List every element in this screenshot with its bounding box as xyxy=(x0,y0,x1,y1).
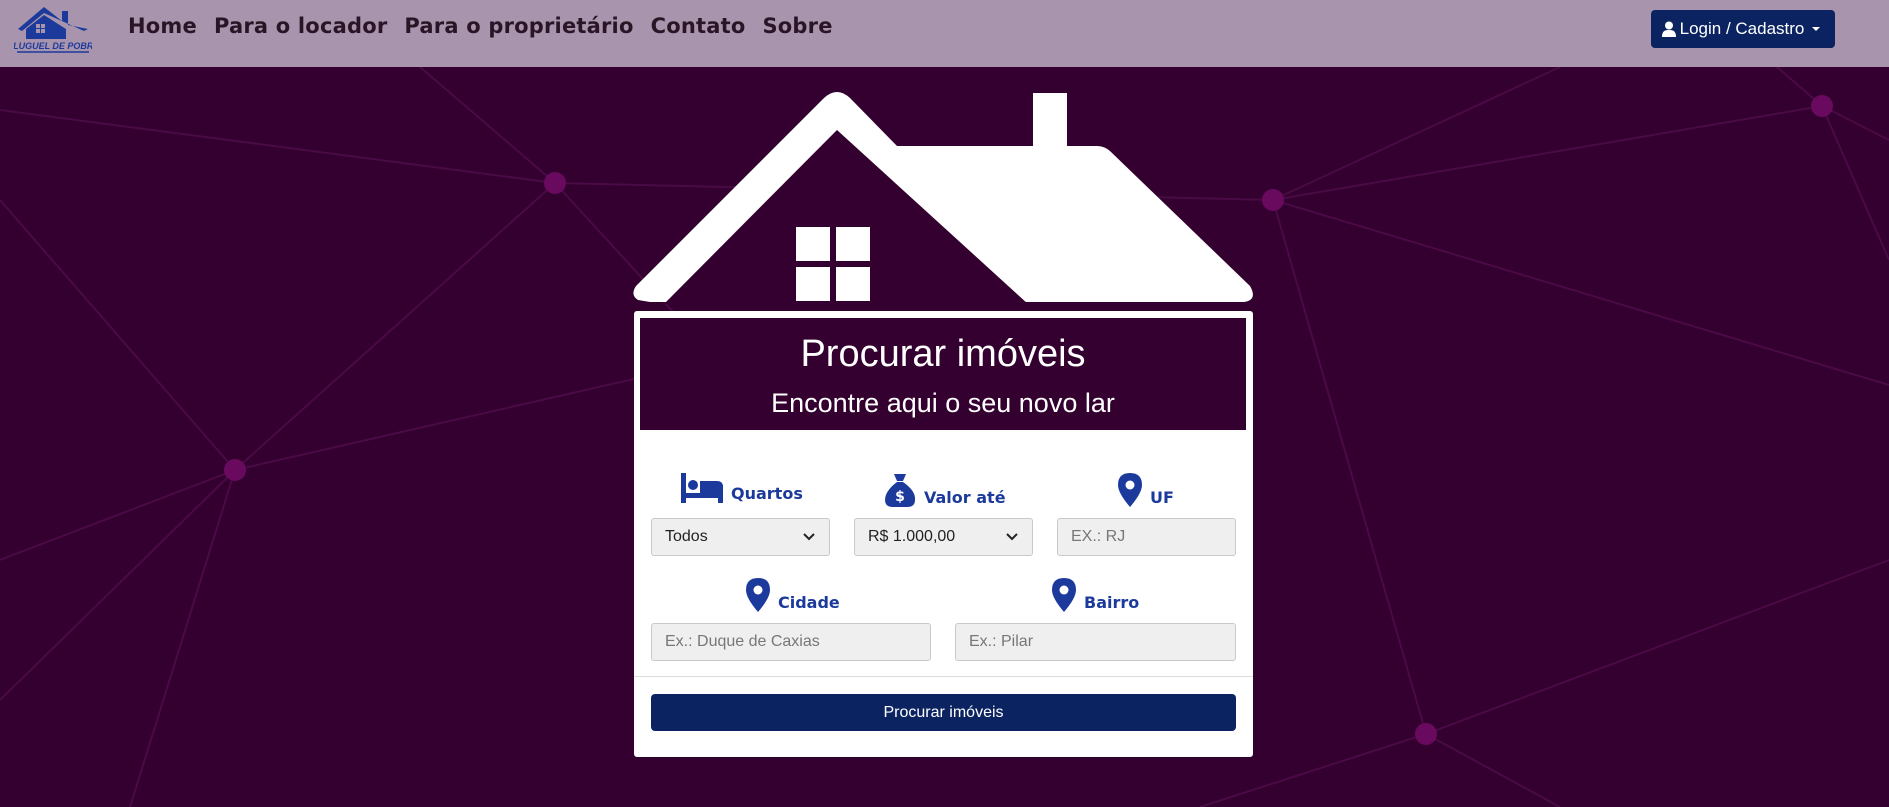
cidade-input-placeholder: Ex.: Duque de Caxias xyxy=(665,633,820,650)
cidade-label: Cidade xyxy=(746,578,840,612)
user-icon xyxy=(1661,21,1676,37)
login-dropdown-button[interactable]: Login / Cadastro xyxy=(1651,10,1835,48)
search-subtitle: Encontre aqui o seu novo lar xyxy=(771,388,1115,418)
uf-label-text: UF xyxy=(1150,488,1174,507)
map-pin-icon xyxy=(1052,578,1076,612)
map-pin-icon xyxy=(1118,473,1142,507)
nav-link-home[interactable]: Home xyxy=(128,14,197,38)
uf-label: UF xyxy=(1118,473,1174,507)
logo-text: ALUGUEL DE POBRE xyxy=(14,41,92,51)
valor-label: $ Valor até xyxy=(884,473,1006,507)
quartos-select-value: Todos xyxy=(665,528,708,545)
uf-input-placeholder: EX.: RJ xyxy=(1071,528,1126,545)
site-logo[interactable]: ALUGUEL DE POBRE xyxy=(6,3,100,55)
search-card: Procurar imóveis Encontre aqui o seu nov… xyxy=(634,311,1253,757)
card-divider xyxy=(634,676,1253,677)
bairro-input[interactable]: Ex.: Pilar xyxy=(955,623,1236,661)
chevron-down-icon xyxy=(1006,533,1018,541)
navbar: ALUGUEL DE POBRE Home Para o locador Par… xyxy=(0,0,1889,67)
nav-link-para-o-locador[interactable]: Para o locador xyxy=(214,14,387,38)
nav-link-contato[interactable]: Contato xyxy=(651,14,746,38)
cidade-input[interactable]: Ex.: Duque de Caxias xyxy=(651,623,931,661)
bairro-label: Bairro xyxy=(1052,578,1139,612)
bairro-input-placeholder: Ex.: Pilar xyxy=(969,633,1034,650)
bairro-label-text: Bairro xyxy=(1084,593,1140,612)
quartos-label-text: Quartos xyxy=(731,484,803,503)
search-card-header: Procurar imóveis Encontre aqui o seu nov… xyxy=(640,318,1246,430)
nav-link-para-o-proprietario[interactable]: Para o proprietário xyxy=(404,14,633,38)
money-bag-icon: $ xyxy=(885,474,916,507)
quartos-label: Quartos xyxy=(681,473,803,503)
caret-down-icon xyxy=(1812,27,1821,31)
chevron-down-icon xyxy=(803,533,815,541)
valor-select[interactable]: R$ 1.000,00 xyxy=(854,518,1033,556)
search-title: Procurar imóveis xyxy=(800,333,1086,375)
uf-input[interactable]: EX.: RJ xyxy=(1057,518,1236,556)
bed-icon xyxy=(681,473,723,503)
quartos-select[interactable]: Todos xyxy=(651,518,830,556)
valor-select-value: R$ 1.000,00 xyxy=(868,528,956,545)
valor-label-text: Valor até xyxy=(924,488,1006,507)
cidade-label-text: Cidade xyxy=(778,593,840,612)
house-roof-illustration xyxy=(633,92,1253,304)
login-label: Login / Cadastro xyxy=(1679,19,1805,38)
search-submit-button[interactable]: Procurar imóveis xyxy=(651,694,1236,731)
nav-links: Home Para o locador Para o proprietário … xyxy=(128,14,833,38)
svg-text:$: $ xyxy=(895,489,905,505)
nav-link-sobre[interactable]: Sobre xyxy=(762,14,832,38)
map-pin-icon xyxy=(746,578,770,612)
